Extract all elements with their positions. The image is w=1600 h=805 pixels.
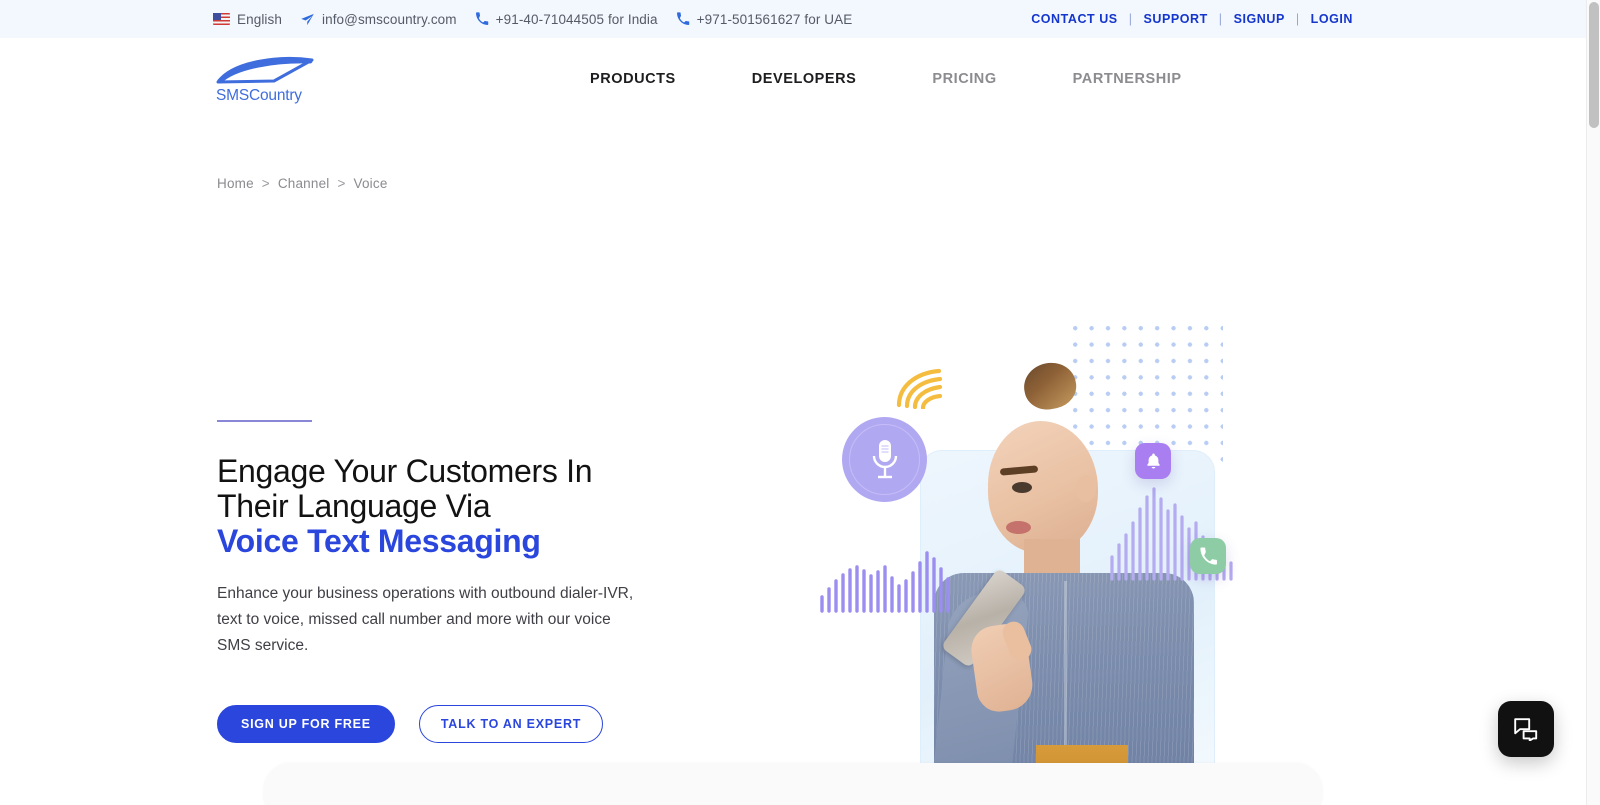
us-flag-icon [213,13,230,25]
talk-to-an-expert-button[interactable]: TALK TO AN EXPERT [418,704,604,743]
breadcrumb-item-home[interactable]: Home [217,176,254,191]
support-link[interactable]: SUPPORT [1133,12,1219,26]
phone-india-label: +91-40-71044505 for India [495,11,658,27]
nav-item-products[interactable]: PRODUCTS [552,71,714,87]
language-label: English [237,11,282,27]
email-label: info@smscountry.com [321,11,457,27]
photo-detail [1076,475,1096,502]
phone-uae-label: +971-501561627 for UAE [696,11,853,27]
photo-detail [1006,521,1031,534]
scrollbar-thumb[interactable] [1589,2,1599,128]
topbar-account-links: CONTACT US | SUPPORT | SIGNUP | LOGIN [1020,12,1364,26]
waveform-left-decoration [820,551,950,613]
chat-bubbles-icon [1514,718,1538,741]
breadcrumb-item-channel[interactable]: Channel [278,176,330,191]
photo-detail [1012,482,1032,493]
smscountry-swoosh-logo [216,56,314,83]
breadcrumb-separator: > [337,176,346,191]
signup-link[interactable]: SIGNUP [1223,12,1296,26]
phone-handset-icon [1199,546,1217,565]
hero-description: Enhance your business operations with ou… [217,584,634,654]
nav-item-pricing[interactable]: PRICING [894,71,1034,87]
phone-india-contact[interactable]: +91-40-71044505 for India [475,12,658,27]
breadcrumb: Home > Channel > Voice [217,120,1586,191]
bell-icon [1146,453,1160,469]
next-section-edge [263,763,1323,805]
heading-line-1: Engage Your Customers In [217,453,593,489]
breadcrumb-item-voice[interactable]: Voice [354,176,388,191]
hero-copy: Engage Your Customers In Their Language … [217,420,687,743]
language-selector[interactable]: English [213,12,282,27]
heading-line-2: Their Language Via [217,487,491,524]
phone-uae-contact[interactable]: +971-501561627 for UAE [676,12,853,27]
hero-illustration [800,305,1270,805]
sign-up-for-free-button[interactable]: SIGN UP FOR FREE [217,704,395,743]
paper-plane-icon [301,13,314,25]
topbar-contact-group: English info@smscountry.com +91-40-71044… [213,12,852,27]
phone-icon [475,12,488,25]
call-badge [1190,538,1226,574]
hero-section: Home > Channel > Voice Engage Your Custo… [0,120,1586,805]
login-link[interactable]: LOGIN [1300,12,1364,26]
main-nav: PRODUCTS DEVELOPERS PRICING PARTNERSHIP [552,71,1220,87]
phone-icon [676,12,689,25]
email-contact[interactable]: info@smscountry.com [300,12,457,27]
chat-widget-button[interactable] [1498,701,1554,757]
heading-accent: Voice Text Messaging [217,522,541,559]
site-header: SMSCountry PRODUCTS DEVELOPERS PRICING P… [0,38,1586,120]
top-utility-bar: English info@smscountry.com +91-40-71044… [0,0,1586,38]
nav-item-developers[interactable]: DEVELOPERS [714,71,895,87]
page-root: English info@smscountry.com +91-40-71044… [0,0,1586,805]
logo-wordmark: SMSCountry [216,86,302,104]
page-title: Engage Your Customers In Their Language … [217,454,687,559]
notification-badge [1135,443,1171,479]
nav-item-partnership[interactable]: PARTNERSHIP [1035,71,1220,87]
contact-us-link[interactable]: CONTACT US [1020,12,1129,26]
hero-cta-row: SIGN UP FOR FREE TALK TO AN EXPERT [217,704,687,743]
breadcrumb-separator: > [261,176,270,191]
logo[interactable]: SMSCountry [216,56,324,105]
page-scrollbar[interactable] [1586,0,1600,805]
heading-accent-rule [217,420,312,422]
